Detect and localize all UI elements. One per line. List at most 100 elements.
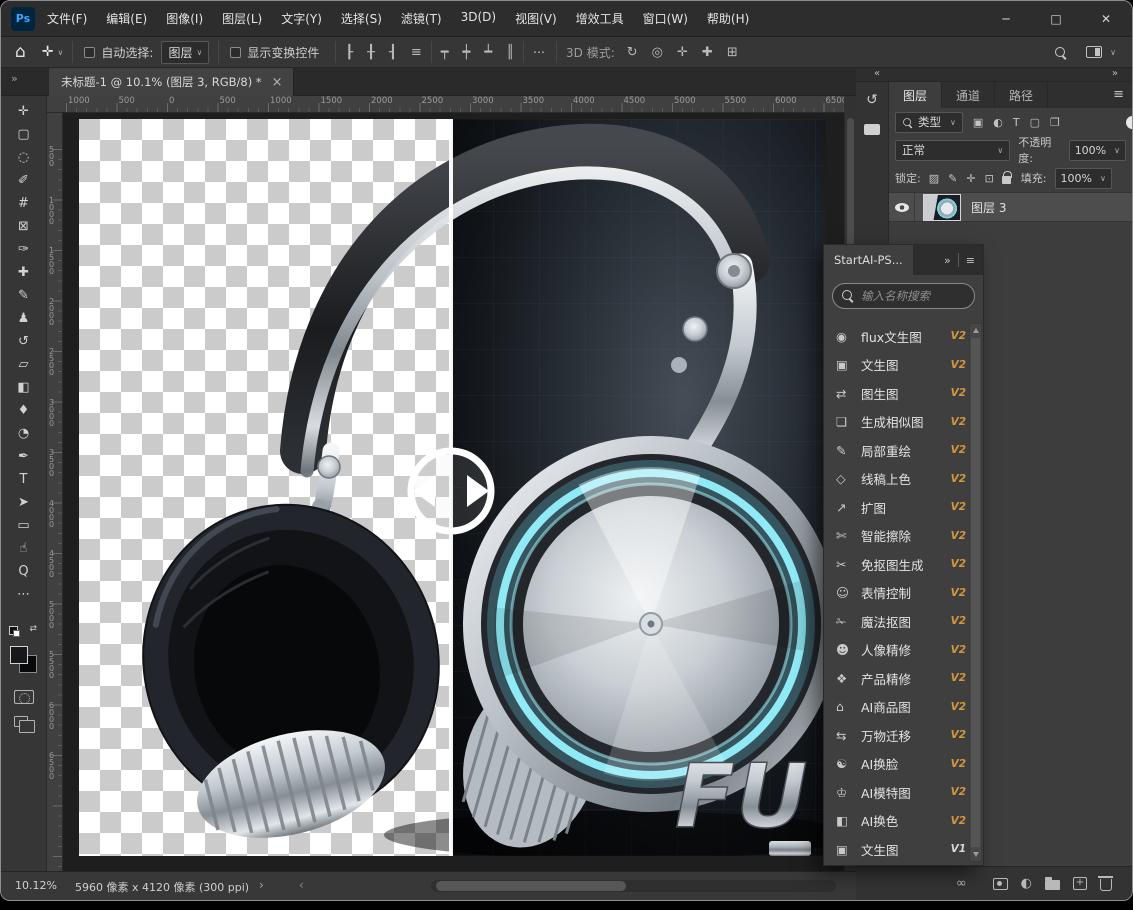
align-right-icon[interactable]: ┨ [389, 45, 397, 60]
plugin-item[interactable]: ◉ flux文生图 V2 [836, 322, 983, 351]
filter-pixel-icon[interactable]: ▣ [973, 116, 983, 129]
visibility-toggle[interactable] [889, 193, 915, 221]
plugin-item[interactable]: ♔ AI模特图 V2 [836, 778, 983, 807]
new-group-icon[interactable] [1045, 880, 1060, 890]
workspace-icon[interactable] [1086, 46, 1102, 58]
menu-item[interactable]: 图层(L) [222, 10, 262, 27]
close-button[interactable]: ✕ [1098, 12, 1114, 26]
tab-channels[interactable]: 通道 [942, 82, 995, 108]
plugin-item[interactable]: ❏ 生成相似图 V2 [836, 408, 983, 437]
shape-tool[interactable]: ▭ [8, 514, 40, 537]
menu-item[interactable]: 文件(F) [47, 10, 87, 27]
quick-mask-icon[interactable] [14, 690, 34, 704]
plugin-item[interactable]: ✄ 智能擦除 V2 [836, 522, 983, 551]
plugin-item[interactable]: ▣ 文生图 V1 [836, 835, 983, 863]
adjustment-layer-icon[interactable]: ◐ [1021, 876, 1032, 891]
screen-mode-icon[interactable] [14, 716, 28, 727]
menu-item[interactable]: 3D(D) [461, 10, 496, 27]
dodge-tool[interactable]: ◔ [8, 422, 40, 445]
default-colors-icon[interactable]: ⇄ [9, 624, 39, 638]
history-panel-icon[interactable]: ↺ [862, 90, 883, 110]
history-brush-tool[interactable]: ↺ [8, 330, 40, 353]
zoom-level-field[interactable]: 10.12% [15, 879, 57, 892]
menu-item[interactable]: 编辑(E) [106, 10, 147, 27]
fill-field[interactable]: 100% ∨ [1055, 168, 1112, 189]
comparison-handle-icon[interactable] [411, 451, 491, 531]
opacity-field[interactable]: 100% ∨ [1069, 140, 1126, 161]
current-tool-icon[interactable]: ✛ [42, 44, 54, 60]
scroll-down-icon[interactable] [973, 852, 979, 857]
filter-type-dropdown[interactable]: 类型 ∨ [895, 112, 963, 133]
menu-item[interactable]: 帮助(H) [707, 10, 749, 27]
lock-paint-icon[interactable]: ✎ [948, 172, 957, 185]
distribute-h-icon[interactable]: ≡ [411, 45, 422, 60]
expand-panels-icon[interactable]: » [1112, 68, 1118, 79]
orbit-3d-icon[interactable]: ↻ [627, 45, 638, 60]
search-icon[interactable] [1055, 47, 1066, 58]
crop-tool[interactable]: # [8, 192, 40, 215]
horizontal-scrollbar[interactable] [431, 880, 836, 892]
blur-tool[interactable]: ♦ [8, 399, 40, 422]
home-icon[interactable]: ⌂ [15, 42, 26, 62]
tool-preset-caret-icon[interactable]: ∨ [58, 48, 64, 57]
move-tool[interactable]: ✛ [8, 100, 40, 123]
lock-transparent-icon[interactable]: ▨ [929, 172, 939, 185]
comments-panel-icon[interactable] [864, 124, 880, 135]
eraser-tool[interactable]: ▱ [8, 353, 40, 376]
close-tab-icon[interactable]: × [272, 75, 283, 90]
canvas-artwork[interactable]: FU [79, 119, 826, 856]
plugin-item[interactable]: ⌂ AI商品图 V2 [836, 693, 983, 722]
filter-smart-object-icon[interactable]: ❐ [1050, 116, 1060, 129]
link-layers-icon[interactable]: ∞ [956, 876, 967, 891]
align-bottom-icon[interactable]: ┷ [484, 45, 492, 60]
tab-layers[interactable]: 图层 [889, 82, 942, 108]
align-center-h-icon[interactable]: ╂ [367, 45, 375, 60]
filter-shape-icon[interactable]: ▢ [1030, 116, 1040, 129]
plugin-item[interactable]: ◧ AI换色 V2 [836, 807, 983, 836]
plugin-item[interactable]: ⇄ 图生图 V2 [836, 379, 983, 408]
scroll-up-icon[interactable] [973, 328, 979, 333]
filter-pin-icon[interactable] [1126, 116, 1133, 129]
plugin-item[interactable]: ⇆ 万物迁移 V2 [836, 721, 983, 750]
lasso-tool[interactable]: ◌ [8, 146, 40, 169]
menu-item[interactable]: 选择(S) [341, 10, 382, 27]
path-select-tool[interactable]: ➤ [8, 491, 40, 514]
pan-3d-icon[interactable]: ✛ [677, 45, 688, 60]
minimize-button[interactable]: ─ [998, 12, 1014, 26]
slide-3d-icon[interactable]: ✚ [702, 45, 713, 60]
plugin-tab[interactable]: StartAI-PS... [824, 245, 913, 275]
swap-colors-icon[interactable]: ⇄ [29, 624, 37, 634]
eyedropper-tool[interactable]: ✑ [8, 238, 40, 261]
delete-layer-icon[interactable] [1100, 879, 1112, 891]
plugin-item[interactable]: ✁ 魔法抠图 V2 [836, 607, 983, 636]
status-menu-icon[interactable]: › [259, 878, 264, 892]
new-layer-icon[interactable]: + [1073, 877, 1087, 890]
plugin-collapse-icon[interactable]: » [944, 254, 951, 267]
search-input[interactable] [832, 283, 975, 309]
roll-3d-icon[interactable]: ◎ [652, 45, 663, 60]
document-tab[interactable]: 未标题-1 @ 10.1% (图层 3, RGB/8) * × [49, 68, 294, 96]
filter-adjustment-icon[interactable]: ◐ [993, 116, 1003, 129]
gradient-tool[interactable]: ◧ [8, 376, 40, 399]
scrollbar-thumb[interactable] [971, 338, 980, 847]
clone-stamp-tool[interactable]: ♟ [8, 307, 40, 330]
plugin-scrollbar[interactable] [969, 323, 982, 862]
plugin-item[interactable]: ↗ 扩图 V2 [836, 493, 983, 522]
plugin-item[interactable]: ✎ 局部重绘 V2 [836, 436, 983, 465]
canvas-area[interactable]: FU [63, 113, 844, 871]
lock-artboard-icon[interactable]: ⊡ [985, 172, 994, 185]
plugin-item[interactable]: ☺ 表情控制 V2 [836, 579, 983, 608]
menu-item[interactable]: 文字(Y) [281, 10, 322, 27]
plugin-menu-icon[interactable]: ≡ [966, 254, 975, 267]
pen-tool[interactable]: ✒ [8, 445, 40, 468]
quick-select-tool[interactable]: ✐ [8, 169, 40, 192]
more-options-icon[interactable]: ⋯ [533, 45, 547, 59]
more-tools[interactable]: ⋯ [8, 583, 40, 606]
align-middle-icon[interactable]: ┿ [463, 45, 471, 60]
menu-item[interactable]: 视图(V) [515, 10, 557, 27]
frame-tool[interactable]: ⊠ [8, 215, 40, 238]
blend-mode-dropdown[interactable]: 正常 ∨ [895, 140, 1010, 161]
scroll-left-icon[interactable]: ‹ [299, 878, 304, 892]
camera-3d-icon[interactable]: ⊞ [727, 45, 738, 60]
plugin-item[interactable]: ▣ 文生图 V2 [836, 351, 983, 380]
